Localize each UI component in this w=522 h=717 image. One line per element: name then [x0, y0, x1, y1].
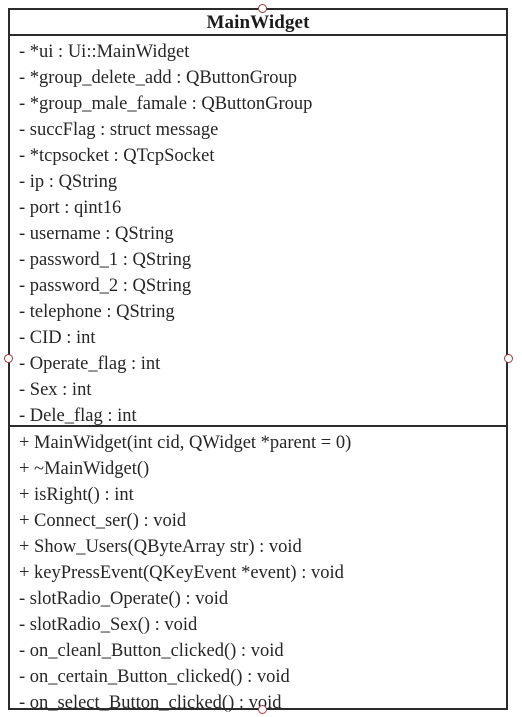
connection-point-left-icon[interactable]: [4, 354, 13, 363]
class-attributes-compartment: - *ui : Ui::MainWidget- *group_delete_ad…: [10, 36, 506, 427]
class-operation-row: + Connect_ser() : void: [19, 511, 187, 531]
class-operation-row: + keyPressEvent(QKeyEvent *event) : void: [19, 563, 344, 583]
class-name-compartment: MainWidget: [10, 10, 506, 36]
class-operation-row: - on_certain_Button_clicked() : void: [19, 667, 290, 687]
class-operation-row: - slotRadio_Operate() : void: [19, 589, 229, 609]
class-operations-compartment: + MainWidget(int cid, QWidget *parent = …: [10, 427, 506, 713]
class-operation-row: + Show_Users(QByteArray str) : void: [19, 537, 302, 557]
class-attribute-row: - ip : QString: [19, 172, 118, 192]
class-attribute-row: - Operate_flag : int: [19, 354, 161, 374]
class-attribute-row: - *tcpsocket : QTcpSocket: [19, 146, 215, 166]
class-attribute-row: - *group_male_famale : QButtonGroup: [19, 94, 313, 114]
class-operation-row: + isRight() : int: [19, 485, 134, 505]
connection-point-top-icon[interactable]: [258, 4, 267, 13]
class-attribute-row: - port : qint16: [19, 198, 122, 218]
class-name: MainWidget: [206, 11, 310, 33]
connection-point-bottom-icon[interactable]: [258, 705, 267, 714]
class-attribute-row: - username : QString: [19, 224, 174, 244]
class-attribute-row: - Sex : int: [19, 380, 92, 400]
class-operation-row: - on_cleanl_Button_clicked() : void: [19, 641, 284, 661]
class-operation-row: + MainWidget(int cid, QWidget *parent = …: [19, 433, 352, 453]
diagram-canvas: MainWidget - *ui : Ui::MainWidget- *grou…: [0, 0, 522, 717]
class-attribute-row: - telephone : QString: [19, 302, 175, 322]
class-attribute-row: - *ui : Ui::MainWidget: [19, 42, 190, 62]
connection-point-right-icon[interactable]: [504, 354, 513, 363]
class-attribute-row: - Dele_flag : int: [19, 406, 137, 426]
class-attribute-row: - password_1 : QString: [19, 250, 192, 270]
uml-class-box[interactable]: MainWidget - *ui : Ui::MainWidget- *grou…: [8, 8, 508, 713]
class-attribute-row: - *group_delete_add : QButtonGroup: [19, 68, 297, 88]
class-attribute-row: - password_2 : QString: [19, 276, 192, 296]
class-attribute-row: - CID : int: [19, 328, 96, 348]
class-operation-row: - slotRadio_Sex() : void: [19, 615, 198, 635]
class-operation-row: + ~MainWidget(): [19, 459, 150, 479]
class-attribute-row: - succFlag : struct message: [19, 120, 219, 140]
